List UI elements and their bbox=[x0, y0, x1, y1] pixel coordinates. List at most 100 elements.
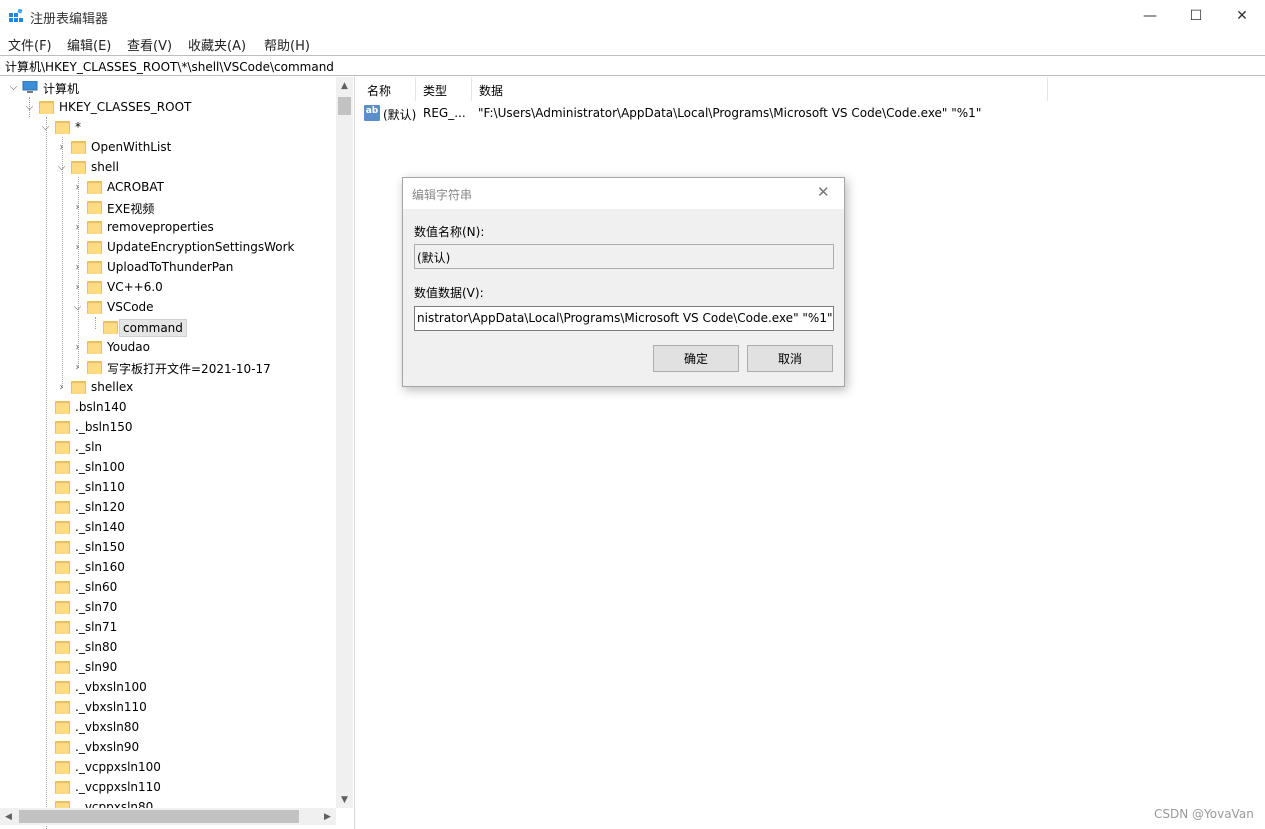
chevron-down-icon[interactable]: ⌵ bbox=[8, 82, 19, 93]
ok-button[interactable]: 确定 bbox=[653, 345, 739, 372]
dialog-titlebar[interactable]: 编辑字符串 ✕ bbox=[403, 178, 844, 209]
tree-horizontal-scrollbar[interactable]: ◀ ▶ bbox=[0, 808, 336, 825]
value-name[interactable]: (默认) bbox=[383, 106, 416, 123]
scroll-right-icon[interactable]: ▶ bbox=[319, 808, 336, 825]
tree-item-hive-child[interactable]: ._sln160 bbox=[0, 558, 336, 578]
chevron-right-icon[interactable]: › bbox=[72, 202, 83, 213]
chevron-right-icon[interactable]: › bbox=[72, 262, 83, 273]
tree-label[interactable]: EXE视频 bbox=[105, 200, 156, 217]
column-header-name[interactable]: 名称 bbox=[367, 82, 391, 99]
tree-item-openwithlist[interactable]: › OpenWithList bbox=[0, 138, 336, 158]
scroll-left-icon[interactable]: ◀ bbox=[0, 808, 17, 825]
tree-label[interactable]: ._sln100 bbox=[73, 460, 127, 474]
tree-item-vc60[interactable]: › VC++6.0 bbox=[0, 278, 336, 298]
chevron-right-icon[interactable]: › bbox=[56, 142, 67, 153]
chevron-right-icon[interactable]: › bbox=[72, 342, 83, 353]
tree-item-command[interactable]: command bbox=[0, 318, 336, 338]
value-data-field[interactable]: nistrator\AppData\Local\Programs\Microso… bbox=[414, 306, 834, 331]
tree-vertical-scrollbar[interactable]: ▲ ▼ bbox=[336, 77, 353, 808]
tree-label[interactable]: UpdateEncryptionSettingsWork bbox=[105, 240, 297, 254]
chevron-right-icon[interactable]: › bbox=[56, 382, 67, 393]
chevron-right-icon[interactable]: › bbox=[72, 222, 83, 233]
cancel-button[interactable]: 取消 bbox=[747, 345, 833, 372]
chevron-down-icon[interactable]: ⌵ bbox=[72, 302, 83, 313]
tree-item-hive-child[interactable]: ._sln70 bbox=[0, 598, 336, 618]
tree-item-youdao[interactable]: › Youdao bbox=[0, 338, 336, 358]
tree-item-hive-child[interactable]: ._sln90 bbox=[0, 658, 336, 678]
chevron-down-icon[interactable]: ⌵ bbox=[24, 102, 35, 113]
tree-label[interactable]: ._vbxsln90 bbox=[73, 740, 141, 754]
tree-label[interactable]: .bsln140 bbox=[73, 400, 129, 414]
tree-label[interactable]: 写字板打开文件=2021-10-17 bbox=[105, 360, 273, 377]
tree-item-acrobat[interactable]: › ACROBAT bbox=[0, 178, 336, 198]
scroll-thumb[interactable] bbox=[338, 97, 351, 115]
menu-favorites[interactable]: 收藏夹(A) bbox=[188, 35, 246, 54]
tree-label[interactable]: VC++6.0 bbox=[105, 280, 165, 294]
tree-label[interactable]: shellex bbox=[89, 380, 135, 394]
tree-item-hive-child[interactable]: ._sln60 bbox=[0, 578, 336, 598]
tree-item-hive-child[interactable]: ._vcppxsln110 bbox=[0, 778, 336, 798]
tree-label[interactable]: ._sln80 bbox=[73, 640, 119, 654]
column-header-data[interactable]: 数据 bbox=[479, 82, 503, 99]
tree-label[interactable]: Youdao bbox=[105, 340, 152, 354]
chevron-right-icon[interactable]: › bbox=[72, 182, 83, 193]
scroll-down-icon[interactable]: ▼ bbox=[336, 791, 353, 808]
tree-label[interactable]: ._vbxsln100 bbox=[73, 680, 149, 694]
tree-label[interactable]: shell bbox=[89, 160, 121, 174]
tree-item-hive-child[interactable]: ._vbxsln110 bbox=[0, 698, 336, 718]
tree-label[interactable]: ._sln120 bbox=[73, 500, 127, 514]
tree-item-hive-child[interactable]: ._sln140 bbox=[0, 518, 336, 538]
tree-item-uploadtothunderpan[interactable]: › UploadToThunderPan bbox=[0, 258, 336, 278]
tree-label[interactable]: ._sln110 bbox=[73, 480, 127, 494]
menu-help[interactable]: 帮助(H) bbox=[264, 35, 310, 54]
scroll-thumb[interactable] bbox=[19, 810, 299, 823]
tree-label[interactable]: ._sln160 bbox=[73, 560, 127, 574]
tree-label[interactable]: ._vcppxsln100 bbox=[73, 760, 163, 774]
address-path[interactable]: 计算机\HKEY_CLASSES_ROOT\*\shell\VSCode\com… bbox=[5, 58, 334, 75]
tree-label[interactable]: ._bsln150 bbox=[73, 420, 135, 434]
tree-item-shellex[interactable]: › shellex bbox=[0, 378, 336, 398]
list-row[interactable]: ab (默认) REG_... "F:\Users\Administrator\… bbox=[358, 104, 1265, 124]
tree-label[interactable]: ._sln70 bbox=[73, 600, 119, 614]
tree-label[interactable]: ._vcppxsln110 bbox=[73, 780, 163, 794]
tree-item-hive-child[interactable]: ._vbxsln80 bbox=[0, 718, 336, 738]
key-tree[interactable]: ⌵ 计算机 ⌵ HKEY_CLASSES_ROOT ⌵ * › OpenWith… bbox=[0, 77, 355, 829]
tree-label[interactable]: ._sln60 bbox=[73, 580, 119, 594]
tree-label[interactable]: ACROBAT bbox=[105, 180, 166, 194]
tree-label[interactable]: * bbox=[73, 120, 83, 134]
minimize-button[interactable]: — bbox=[1127, 0, 1173, 32]
tree-item-hive-child[interactable]: ._sln110 bbox=[0, 478, 336, 498]
menu-file[interactable]: 文件(F) bbox=[8, 35, 52, 54]
maximize-button[interactable]: ☐ bbox=[1173, 0, 1219, 32]
tree-label[interactable]: ._sln140 bbox=[73, 520, 127, 534]
tree-label[interactable]: ._sln71 bbox=[73, 620, 119, 634]
tree-label[interactable]: ._sln90 bbox=[73, 660, 119, 674]
tree-label[interactable]: removeproperties bbox=[105, 220, 216, 234]
chevron-down-icon[interactable]: ⌵ bbox=[56, 162, 67, 173]
menu-edit[interactable]: 编辑(E) bbox=[67, 35, 111, 54]
column-header-type[interactable]: 类型 bbox=[423, 82, 447, 99]
tree-item-hive-child[interactable]: ._bsln150 bbox=[0, 418, 336, 438]
tree-item-hive-child[interactable]: ._vcppxsln100 bbox=[0, 758, 336, 778]
tree-item-shell[interactable]: ⌵ shell bbox=[0, 158, 336, 178]
tree-label-selected[interactable]: command bbox=[119, 319, 187, 337]
scroll-up-icon[interactable]: ▲ bbox=[336, 77, 353, 94]
tree-label[interactable]: ._vbxsln80 bbox=[73, 720, 141, 734]
address-bar[interactable]: 计算机\HKEY_CLASSES_ROOT\*\shell\VSCode\com… bbox=[0, 55, 1265, 76]
tree-item-star[interactable]: ⌵ * bbox=[0, 118, 336, 138]
chevron-right-icon[interactable]: › bbox=[72, 282, 83, 293]
tree-item-hive-child[interactable]: ._sln80 bbox=[0, 638, 336, 658]
tree-item-hive-child[interactable]: ._sln71 bbox=[0, 618, 336, 638]
tree-item-removeproperties[interactable]: › removeproperties bbox=[0, 218, 336, 238]
tree-label[interactable]: ._sln bbox=[73, 440, 104, 454]
tree-label[interactable]: HKEY_CLASSES_ROOT bbox=[57, 100, 193, 114]
chevron-down-icon[interactable]: ⌵ bbox=[40, 122, 51, 133]
tree-item-hive-child[interactable]: ._vbxsln90 bbox=[0, 738, 336, 758]
tree-item-wordpad-open[interactable]: › 写字板打开文件=2021-10-17 bbox=[0, 358, 336, 378]
chevron-right-icon[interactable]: › bbox=[72, 362, 83, 373]
tree-item-hive-child[interactable]: ._sln120 bbox=[0, 498, 336, 518]
tree-item-vscode[interactable]: ⌵ VSCode bbox=[0, 298, 336, 318]
chevron-right-icon[interactable]: › bbox=[72, 242, 83, 253]
tree-item-hive-child[interactable]: ._sln150 bbox=[0, 538, 336, 558]
tree-item-updateencryption[interactable]: › UpdateEncryptionSettingsWork bbox=[0, 238, 336, 258]
